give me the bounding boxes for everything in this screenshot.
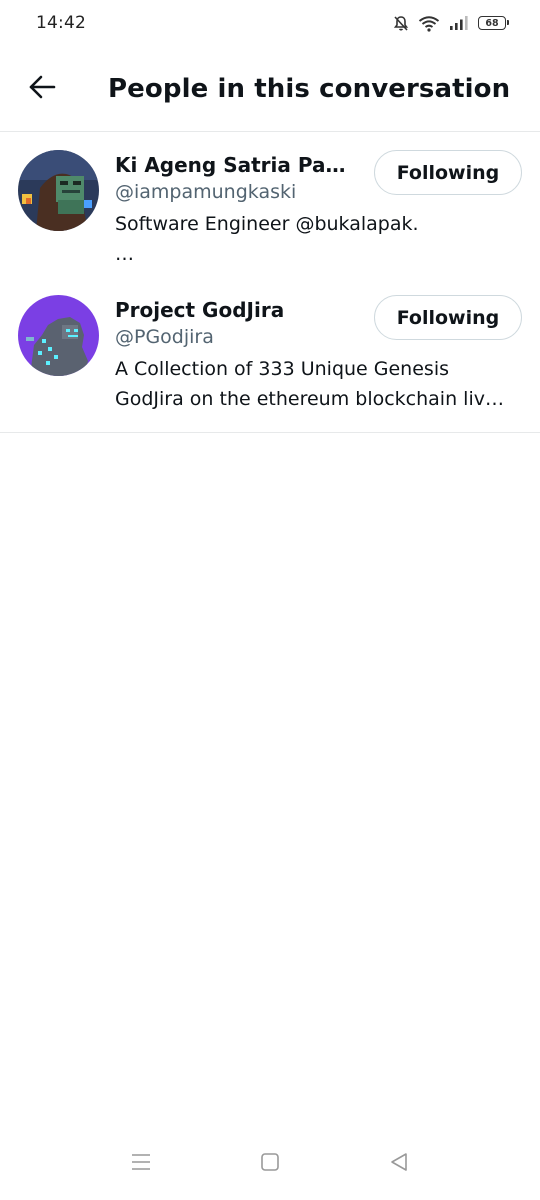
avatar[interactable]	[18, 295, 99, 376]
following-button[interactable]: Following	[374, 295, 522, 340]
display-name: Project GodJira	[115, 298, 285, 322]
screen: 14:42 68 People in this conversation Ki …	[0, 0, 540, 1200]
battery-icon: 68	[478, 16, 509, 30]
status-bar: 14:42 68	[0, 0, 540, 46]
user-bio: A Collection of 333 Unique Genesis GodJi…	[115, 358, 504, 410]
user-handle: @PGodjira	[115, 326, 214, 348]
avatar[interactable]	[18, 150, 99, 231]
person-item[interactable]: Project GodJira @PGodjira Following A Co…	[0, 287, 540, 432]
page-title: People in this conversation	[108, 73, 511, 104]
user-handle: @iampamungkaski	[115, 181, 297, 203]
signal-icon	[449, 15, 469, 31]
display-name: Ki Ageng Satria Pamu…	[115, 153, 366, 177]
person-item[interactable]: Ki Ageng Satria Pamu… @iampamungkaski Fo…	[0, 132, 540, 287]
system-nav-bar	[0, 1134, 540, 1200]
status-time: 14:42	[36, 13, 86, 33]
back-button[interactable]	[12, 59, 72, 119]
people-list: Ki Ageng Satria Pamu… @iampamungkaski Fo…	[0, 132, 540, 433]
header: People in this conversation	[0, 46, 540, 132]
arrow-left-icon	[28, 75, 56, 103]
user-bio: Software Engineer @bukalapak. …	[115, 213, 419, 265]
back-triangle-icon[interactable]	[388, 1152, 410, 1176]
menu-icon[interactable]	[130, 1152, 152, 1176]
status-icons: 68	[393, 15, 509, 32]
home-square-icon[interactable]	[259, 1152, 281, 1176]
wifi-icon	[418, 15, 440, 32]
following-button[interactable]: Following	[374, 150, 522, 195]
mute-bell-icon	[393, 15, 409, 32]
battery-level: 68	[485, 17, 499, 29]
